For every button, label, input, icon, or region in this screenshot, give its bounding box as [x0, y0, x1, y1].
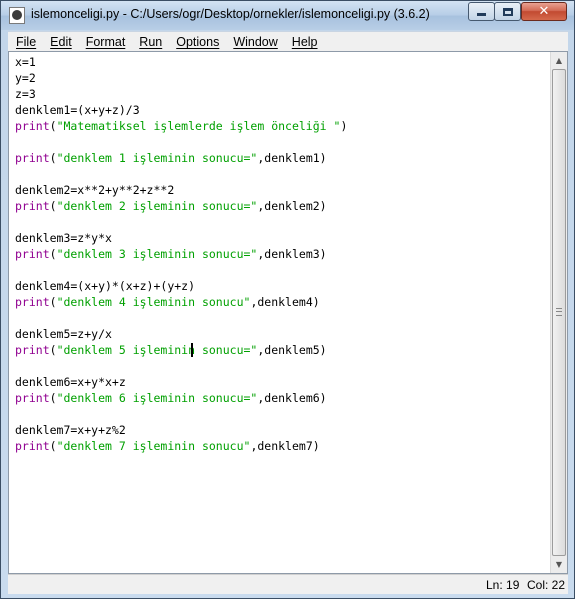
code-keyword: print [15, 199, 50, 213]
maximize-icon [502, 7, 513, 16]
code-line[interactable]: print("denklem 7 işleminin sonucu",denkl… [15, 438, 550, 454]
minimize-icon [477, 13, 486, 16]
code-text: ( [49, 343, 57, 357]
code-string: "Matematiksel işlemlerde işlem önceliği … [56, 119, 341, 133]
code-line[interactable] [15, 262, 550, 278]
code-line[interactable]: print("denklem 6 işleminin sonucu=",denk… [15, 390, 550, 406]
code-text: denklem7=x+y+z%2 [15, 423, 126, 437]
code-line[interactable]: denklem4=(x+y)*(x+z)+(y+z) [15, 278, 550, 294]
code-text: denklem5=z+y/x [15, 327, 112, 341]
code-text: ( [49, 391, 57, 405]
menu-run[interactable]: Run [132, 35, 169, 49]
code-line[interactable]: print("denklem 2 işleminin sonucu=",denk… [15, 198, 550, 214]
code-line[interactable]: z=3 [15, 86, 550, 102]
code-text: ( [49, 247, 57, 261]
code-line[interactable]: denklem6=x+y*x+z [15, 374, 550, 390]
code-string: "denklem 6 işleminin sonucu=" [56, 391, 258, 405]
code-line[interactable] [15, 406, 550, 422]
code-line[interactable]: print("denklem 5 işleminin sonucu=",denk… [15, 342, 550, 358]
code-text: ( [49, 151, 57, 165]
menu-edit[interactable]: Edit [43, 35, 79, 49]
code-line[interactable]: denklem7=x+y+z%2 [15, 422, 550, 438]
code-text: ( [49, 439, 57, 453]
code-line[interactable]: denklem3=z*y*x [15, 230, 550, 246]
code-text: denklem2=x**2+y**2+z**2 [15, 183, 175, 197]
code-line[interactable] [15, 310, 550, 326]
code-text: denklem4=(x+y)*(x+z)+(y+z) [15, 279, 196, 293]
code-keyword: print [15, 343, 50, 357]
scroll-down-arrow-icon[interactable]: ▼ [551, 556, 567, 573]
code-keyword: print [15, 295, 50, 309]
code-string: "denklem 7 işleminin sonucu" [56, 439, 251, 453]
python-file-icon [9, 7, 25, 24]
menu-window[interactable]: Window [226, 35, 284, 49]
code-line[interactable] [15, 214, 550, 230]
code-text: ,denklem7) [250, 439, 320, 453]
code-keyword: print [15, 151, 50, 165]
code-text: z=3 [15, 87, 36, 101]
vertical-scrollbar[interactable]: ▲ ▼ [550, 52, 567, 573]
code-line[interactable]: y=2 [15, 70, 550, 86]
cursor-line: Ln: 19 [486, 578, 520, 592]
code-line[interactable]: denklem1=(x+y+z)/3 [15, 102, 550, 118]
code-line[interactable]: x=1 [15, 54, 550, 70]
code-text: denklem1=(x+y+z)/3 [15, 103, 140, 117]
code-editor[interactable]: x=1 y=2 z=3 denklem1=(x+y+z)/3 print("Matema… [8, 51, 568, 574]
menu-options[interactable]: Options [169, 35, 226, 49]
code-text: ,denklem3) [257, 247, 327, 261]
menu-format[interactable]: Format [79, 35, 133, 49]
code-line[interactable]: print("Matematiksel işlemlerde işlem önc… [15, 118, 550, 134]
title-bar[interactable]: islemonceligi.py - C:/Users/ogr/Desktop/… [1, 1, 574, 30]
window-title: islemonceligi.py - C:/Users/ogr/Desktop/… [31, 7, 430, 21]
code-keyword: print [15, 391, 50, 405]
idle-editor-window: islemonceligi.py - C:/Users/ogr/Desktop/… [0, 0, 575, 599]
code-string: "denklem 2 işleminin sonucu=" [56, 199, 258, 213]
code-string: "denklem 5 işleminin sonucu=" [56, 343, 258, 357]
code-line[interactable]: print("denklem 4 işleminin sonucu",denkl… [15, 294, 550, 310]
close-icon: ✕ [538, 4, 550, 19]
code-line[interactable]: denklem5=z+y/x [15, 326, 550, 342]
grip-icon [556, 308, 562, 316]
code-line[interactable]: print("denklem 1 işleminin sonucu=",denk… [15, 150, 550, 166]
code-text: ,denklem5) [257, 343, 327, 357]
code-text: denklem6=x+y*x+z [15, 375, 126, 389]
code-text: ( [49, 119, 57, 133]
cursor-column: Col: 22 [527, 578, 566, 592]
code-line[interactable]: print("denklem 3 işleminin sonucu=",denk… [15, 246, 550, 262]
code-text: ( [49, 295, 57, 309]
menu-bar: File Edit Format Run Options Window Help [8, 31, 568, 51]
code-text: ) [340, 119, 348, 133]
code-text: y=2 [15, 71, 36, 85]
scroll-up-arrow-icon[interactable]: ▲ [551, 52, 567, 69]
status-bar: Ln: 19 Col: 22 [8, 574, 568, 594]
code-line[interactable] [15, 166, 550, 182]
code-text: ,denklem1) [257, 151, 327, 165]
code-keyword: print [15, 247, 50, 261]
code-text: denklem3=z*y*x [15, 231, 112, 245]
code-text: x=1 [15, 55, 36, 69]
menu-file[interactable]: File [8, 35, 43, 49]
code-text: ( [49, 199, 57, 213]
code-text: ,denklem6) [257, 391, 327, 405]
code-line[interactable] [15, 358, 550, 374]
maximize-button[interactable] [494, 2, 521, 21]
text-cursor [191, 343, 193, 357]
code-line[interactable] [15, 134, 550, 150]
code-text: ,denklem4) [250, 295, 320, 309]
close-button[interactable]: ✕ [521, 2, 567, 21]
code-string: "denklem 1 işleminin sonucu=" [56, 151, 258, 165]
minimize-button[interactable] [468, 2, 495, 21]
code-string: "denklem 4 işleminin sonucu" [56, 295, 251, 309]
code-keyword: print [15, 439, 50, 453]
menu-help[interactable]: Help [285, 35, 325, 49]
code-text: ,denklem2) [257, 199, 327, 213]
code-text-area[interactable]: x=1 y=2 z=3 denklem1=(x+y+z)/3 print("Matema… [15, 54, 550, 454]
code-line[interactable]: denklem2=x**2+y**2+z**2 [15, 182, 550, 198]
code-keyword: print [15, 119, 50, 133]
scrollbar-thumb[interactable] [552, 69, 566, 556]
code-string: "denklem 3 işleminin sonucu=" [56, 247, 258, 261]
